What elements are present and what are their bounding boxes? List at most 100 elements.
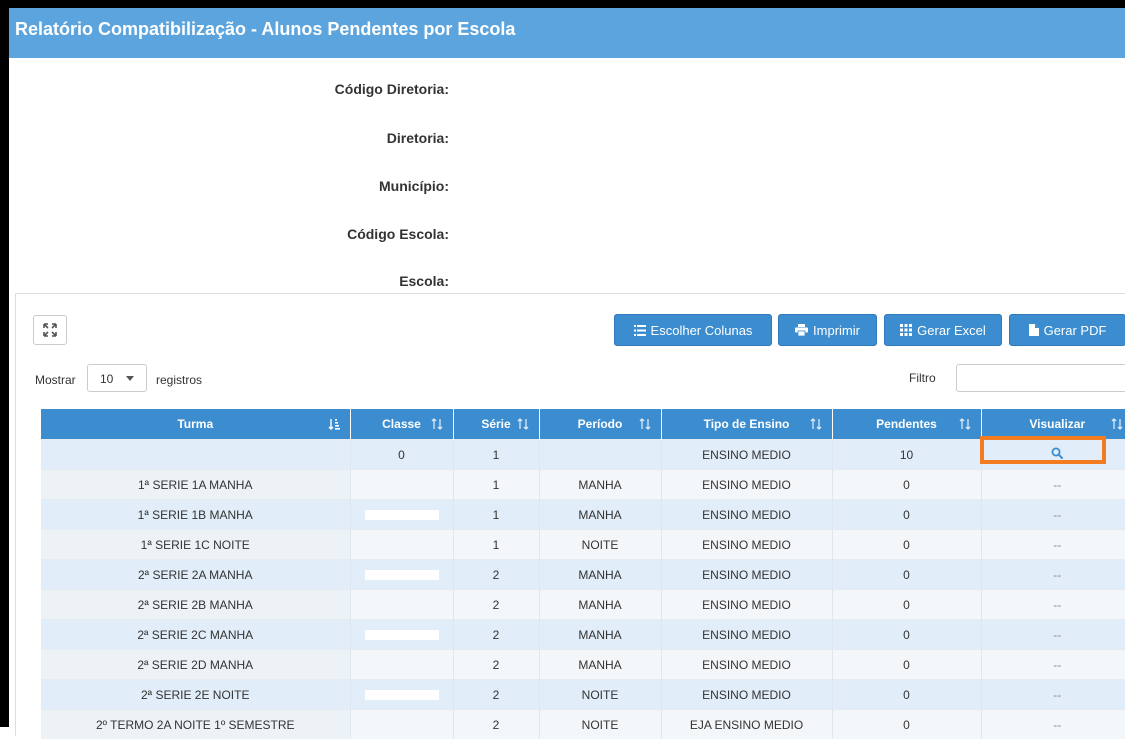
page-title: Relatório Compatibilização - Alunos Pend… — [15, 19, 515, 40]
cell-visualizar — [981, 440, 1125, 470]
cell-serie: 2 — [453, 560, 539, 590]
cell-serie: 2 — [453, 650, 539, 680]
page-length-value: 10 — [100, 372, 113, 386]
cell-periodo: NOITE — [539, 680, 661, 710]
report-window: Relatório Compatibilização - Alunos Pend… — [0, 0, 1125, 727]
cell-pendentes: 0 — [832, 680, 981, 710]
cell-visualizar: -- — [981, 710, 1125, 739]
sort-asc-icon — [328, 418, 340, 430]
cell-periodo: MANHA — [539, 650, 661, 680]
col-visualizar-header[interactable]: Visualizar — [981, 409, 1125, 440]
cell-turma: 1ª SERIE 1C NOITE — [41, 530, 350, 560]
cell-tipo: ENSINO MEDIO — [661, 590, 832, 620]
cell-pendentes: 0 — [832, 560, 981, 590]
col-classe-label: Classe — [382, 417, 421, 431]
col-tipo-ensino-header[interactable]: Tipo de Ensino — [661, 409, 832, 440]
cell-classe — [350, 680, 453, 710]
sort-icon — [959, 418, 971, 430]
col-classe-header[interactable]: Classe — [350, 409, 453, 440]
table-row: 1ª SERIE 1C NOITE1NOITEENSINO MEDIO0-- — [41, 530, 1125, 560]
cell-turma: 2ª SERIE 2E NOITE — [41, 680, 350, 710]
col-tipo-ensino-label: Tipo de Ensino — [704, 417, 790, 431]
table-row: 2ª SERIE 2D MANHA2MANHAENSINO MEDIO0-- — [41, 650, 1125, 680]
choose-columns-label: Escolher Colunas — [651, 323, 753, 338]
col-pendentes-header[interactable]: Pendentes — [832, 409, 981, 440]
cell-serie: 1 — [453, 470, 539, 500]
table-header-row: Turma Classe Série — [41, 409, 1125, 440]
cell-serie: 2 — [453, 590, 539, 620]
col-serie-header[interactable]: Série — [453, 409, 539, 440]
cell-turma — [41, 440, 350, 470]
cell-tipo: ENSINO MEDIO — [661, 440, 832, 470]
cell-pendentes: 0 — [832, 500, 981, 530]
cell-visualizar: -- — [981, 530, 1125, 560]
col-turma-label: Turma — [177, 417, 213, 431]
cell-pendentes: 0 — [832, 710, 981, 739]
table-row: 1ª SERIE 1B MANHA1MANHAENSINO MEDIO0-- — [41, 500, 1125, 530]
page-length-select[interactable]: 10 — [87, 364, 147, 392]
cell-turma: 2ª SERIE 2A MANHA — [41, 560, 350, 590]
cell-classe — [350, 650, 453, 680]
table-row: 2ª SERIE 2A MANHA2MANHAENSINO MEDIO0-- — [41, 560, 1125, 590]
cell-tipo: ENSINO MEDIO — [661, 650, 832, 680]
sort-icon — [639, 418, 651, 430]
redacted-box — [365, 510, 439, 520]
col-periodo-header[interactable]: Período — [539, 409, 661, 440]
chevron-down-icon — [126, 376, 134, 381]
sort-icon — [1111, 418, 1123, 430]
table-row: 2ª SERIE 2C MANHA2MANHAENSINO MEDIO0-- — [41, 620, 1125, 650]
cell-periodo: MANHA — [539, 620, 661, 650]
table-row: 2º TERMO 2A NOITE 1º SEMESTRE2NOITEEJA E… — [41, 710, 1125, 739]
cell-tipo: ENSINO MEDIO — [661, 620, 832, 650]
cell-periodo: NOITE — [539, 530, 661, 560]
info-municipio-label: Município: — [9, 178, 449, 194]
cell-tipo: ENSINO MEDIO — [661, 530, 832, 560]
cell-periodo — [539, 440, 661, 470]
cell-serie: 1 — [453, 440, 539, 470]
col-pendentes-label: Pendentes — [876, 417, 937, 431]
cell-classe — [350, 620, 453, 650]
redacted-box — [365, 570, 439, 580]
cell-tipo: ENSINO MEDIO — [661, 560, 832, 590]
cell-pendentes: 0 — [832, 470, 981, 500]
print-label: Imprimir — [813, 323, 860, 338]
excel-button[interactable]: Gerar Excel — [884, 314, 1002, 346]
results-panel: Escolher Colunas Imprimir Gerar Excel — [15, 293, 1125, 736]
cell-visualizar: -- — [981, 650, 1125, 680]
cell-periodo: NOITE — [539, 710, 661, 739]
sort-icon — [810, 418, 822, 430]
cell-turma: 2ª SERIE 2B MANHA — [41, 590, 350, 620]
cell-classe — [350, 500, 453, 530]
cell-tipo: ENSINO MEDIO — [661, 470, 832, 500]
choose-columns-button[interactable]: Escolher Colunas — [614, 314, 772, 346]
col-turma-header[interactable]: Turma — [41, 409, 350, 440]
cell-classe — [350, 590, 453, 620]
cell-pendentes: 0 — [832, 620, 981, 650]
printer-icon — [795, 324, 808, 336]
filter-input[interactable] — [956, 364, 1125, 392]
redacted-box — [365, 630, 439, 640]
cell-pendentes: 10 — [832, 440, 981, 470]
sort-icon — [517, 418, 529, 430]
cell-classe: 0 — [350, 440, 453, 470]
cell-tipo: ENSINO MEDIO — [661, 500, 832, 530]
view-button[interactable] — [1051, 447, 1063, 462]
pdf-button[interactable]: Gerar PDF — [1009, 314, 1125, 346]
cell-visualizar: -- — [981, 620, 1125, 650]
cell-visualizar: -- — [981, 470, 1125, 500]
cell-visualizar: -- — [981, 560, 1125, 590]
file-icon — [1029, 324, 1039, 336]
report-header: Relatório Compatibilização - Alunos Pend… — [9, 8, 1125, 58]
cell-serie: 2 — [453, 680, 539, 710]
cell-tipo: ENSINO MEDIO — [661, 680, 832, 710]
expand-button[interactable] — [33, 315, 67, 345]
results-table: Turma Classe Série — [41, 409, 1125, 739]
redacted-box — [365, 690, 439, 700]
print-button[interactable]: Imprimir — [778, 314, 877, 346]
cell-classe — [350, 530, 453, 560]
cell-serie: 2 — [453, 710, 539, 739]
cell-turma: 2ª SERIE 2D MANHA — [41, 650, 350, 680]
table-row: 2ª SERIE 2E NOITE 2NOITEENSINO MEDIO0-- — [41, 680, 1125, 710]
cell-turma: 1ª SERIE 1B MANHA — [41, 500, 350, 530]
cell-visualizar: -- — [981, 680, 1125, 710]
